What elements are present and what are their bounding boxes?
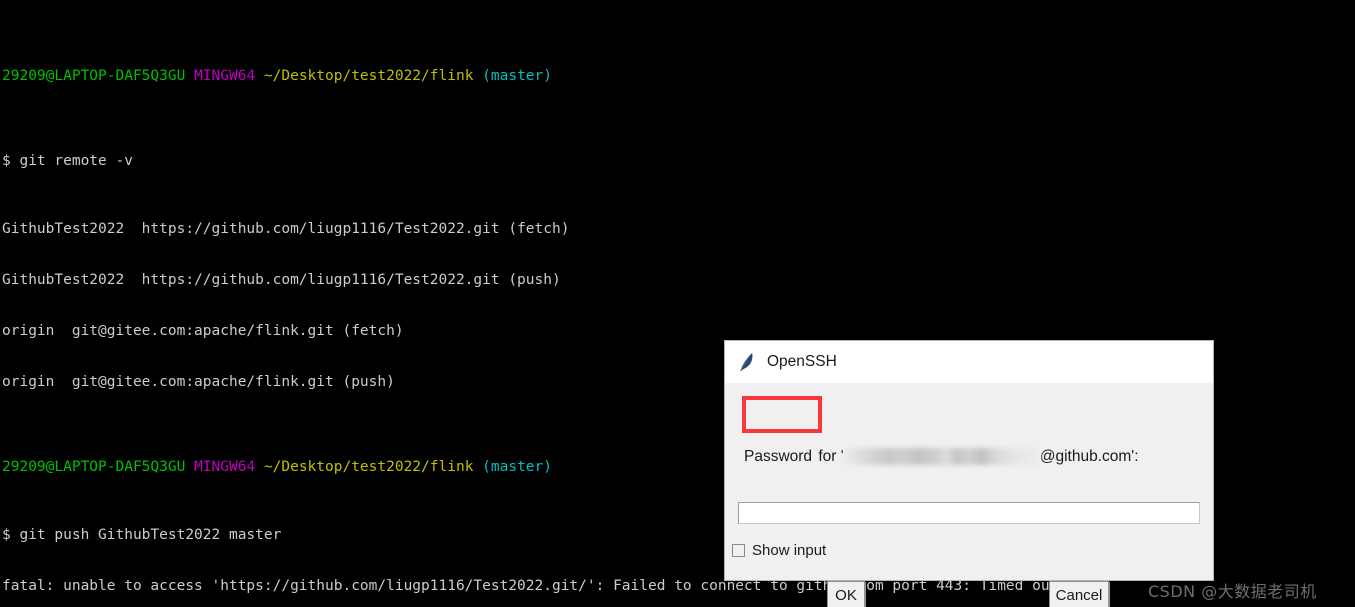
dialog-title: OpenSSH [767,353,837,370]
show-input-label: Show input [752,542,827,559]
prompt-branch: (master) [482,459,552,475]
password-prompt-domain: @github.com': [1039,448,1139,465]
openssh-password-dialog: OpenSSH Password for ' @github.com': Sho… [725,341,1213,607]
dialog-titlebar[interactable]: OpenSSH [725,341,1213,383]
prompt-branch: (master) [482,68,552,84]
prompt-user-host: 29209@LAPTOP-DAF5Q3GU [2,459,186,475]
prompt-path: ~/Desktop/test2022/flink [263,68,474,84]
password-prompt-text: Password for ' @github.com': [742,446,1139,468]
prompt-user-host: 29209@LAPTOP-DAF5Q3GU [2,68,186,84]
screen-root: 29209@LAPTOP-DAF5Q3GU MINGW64 ~/Desktop/… [0,0,1355,607]
terminal-output-line: GithubTest2022 https://github.com/liugp1… [2,221,570,237]
password-input[interactable] [738,502,1200,524]
cancel-button[interactable]: Cancel [1049,581,1109,607]
feather-icon [740,353,753,372]
prompt-path: ~/Desktop/test2022/flink [263,459,474,475]
terminal-command-line: $ git remote -v [2,153,133,169]
prompt-shell: MINGW64 [194,459,256,475]
csdn-watermark: CSDN @大数据老司机 [1148,582,1317,601]
password-prompt-middle: for ' [814,448,844,465]
terminal-output-line: GithubTest2022 https://github.com/liugp1… [2,272,561,288]
show-input-checkbox-row[interactable]: Show input [732,542,826,559]
password-keyword: Password [744,448,813,465]
terminal-output-line: origin git@gitee.com:apache/flink.git (f… [2,323,404,339]
dialog-body: Password for ' @github.com': Show input O… [725,383,1213,607]
show-input-checkbox[interactable] [732,544,745,557]
prompt-shell: MINGW64 [194,68,256,84]
masked-username [843,447,1040,465]
terminal-prompt-line: 29209@LAPTOP-DAF5Q3GU MINGW64 ~/Desktop/… [0,68,1355,85]
ok-button[interactable]: OK [827,581,865,607]
